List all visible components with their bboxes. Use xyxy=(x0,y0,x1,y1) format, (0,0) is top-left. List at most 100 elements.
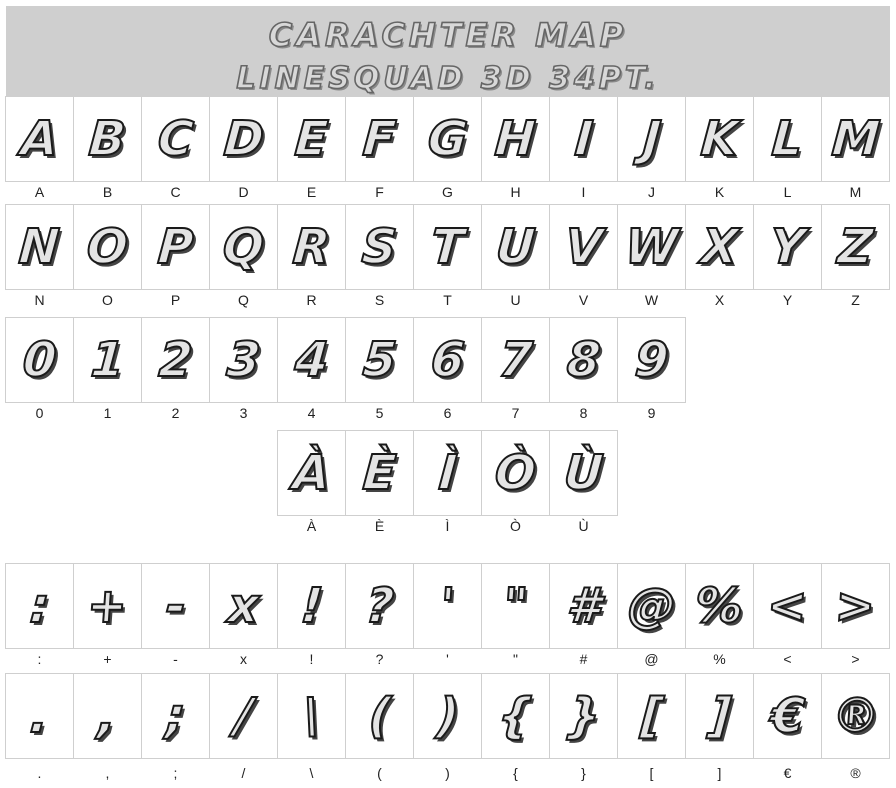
glyph-cell: 0 xyxy=(5,317,74,403)
glyph-cell: / xyxy=(209,673,278,759)
glyph-cell: ; xyxy=(141,673,210,759)
glyph-cell: O xyxy=(73,204,142,290)
glyph-sample: 7 xyxy=(496,331,535,389)
glyph-cell: T xyxy=(413,204,482,290)
glyph-cell: ? xyxy=(345,563,414,649)
glyph-label: Q xyxy=(238,292,249,308)
glyph-label: { xyxy=(513,765,518,781)
glyph-cell: E xyxy=(277,96,346,182)
glyph-sample: , xyxy=(95,687,119,745)
glyph-sample: À xyxy=(290,444,333,502)
glyph-label: ) xyxy=(445,765,450,781)
glyph-label: 5 xyxy=(375,405,384,421)
glyph-cell: J xyxy=(617,96,686,182)
glyph-sample: 2 xyxy=(156,331,195,389)
glyph-label: Y xyxy=(782,292,793,308)
glyph-cell: Z xyxy=(821,204,890,290)
glyph-cell: ] xyxy=(685,673,754,759)
glyph-cell: ' xyxy=(413,563,482,649)
glyph-cell: x xyxy=(209,563,278,649)
glyph-label: : xyxy=(37,651,42,667)
glyph-label: Z xyxy=(851,292,860,308)
glyph-cell: D xyxy=(209,96,278,182)
header-title-line1: CARACHTER MAP xyxy=(268,15,628,55)
glyph-sample: L xyxy=(769,110,806,168)
glyph-label: Ì xyxy=(445,518,450,534)
glyph-sample: / xyxy=(232,687,255,745)
glyph-sample: 0 xyxy=(20,331,59,389)
glyph-label: 1 xyxy=(103,405,112,421)
glyph-label: B xyxy=(102,184,113,200)
glyph-sample: 8 xyxy=(564,331,603,389)
glyph-sample: N xyxy=(16,218,62,276)
glyph-cell: M xyxy=(821,96,890,182)
glyph-cell: 6 xyxy=(413,317,482,403)
glyph-cell: " xyxy=(481,563,550,649)
glyph-label: Ò xyxy=(510,518,521,534)
glyph-label: À xyxy=(306,518,317,534)
glyph-cell: C xyxy=(141,96,210,182)
glyph-cell: Ì xyxy=(413,430,482,516)
glyph-sample: . xyxy=(27,687,51,745)
glyph-label: T xyxy=(443,292,452,308)
glyph-cell: { xyxy=(481,673,550,759)
glyph-sample: ! xyxy=(298,577,326,635)
glyph-label: V xyxy=(578,292,589,308)
glyph-cell: , xyxy=(73,673,142,759)
glyph-sample: G xyxy=(425,110,470,168)
glyph-label: > xyxy=(851,651,860,667)
glyph-label: E xyxy=(306,184,317,200)
glyph-sample: € xyxy=(768,687,807,745)
glyph-cell: > xyxy=(821,563,890,649)
glyph-cell: 7 xyxy=(481,317,550,403)
glyph-sample: I xyxy=(572,110,596,168)
glyph-cell: A xyxy=(5,96,74,182)
glyph-sample: x xyxy=(225,577,262,635)
glyph-cell: ) xyxy=(413,673,482,759)
glyph-label: 6 xyxy=(443,405,452,421)
glyph-cell: ! xyxy=(277,563,346,649)
glyph-cell: @ xyxy=(617,563,686,649)
glyph-sample: 5 xyxy=(360,331,399,389)
glyph-sample: A xyxy=(18,110,61,168)
glyph-label: , xyxy=(105,765,110,781)
glyph-label: \ xyxy=(309,765,314,781)
glyph-cell: ( xyxy=(345,673,414,759)
glyph-sample: " xyxy=(500,577,531,635)
glyph-sample: Ù xyxy=(561,444,606,502)
glyph-cell: P xyxy=(141,204,210,290)
glyph-sample: Z xyxy=(835,218,876,276)
glyph-sample: Q xyxy=(220,218,267,276)
glyph-cell: Q xyxy=(209,204,278,290)
glyph-label: M xyxy=(849,184,862,200)
glyph-cell: Ò xyxy=(481,430,550,516)
glyph-sample: + xyxy=(84,577,130,635)
glyph-label: + xyxy=(103,651,112,667)
glyph-sample: F xyxy=(360,110,399,168)
glyph-sample: B xyxy=(86,110,129,168)
glyph-cell: G xyxy=(413,96,482,182)
glyph-label: N xyxy=(34,292,45,308)
glyph-label: J xyxy=(648,184,655,200)
glyph-label: A xyxy=(34,184,45,200)
glyph-sample: S xyxy=(359,218,399,276)
glyph-sample: @ xyxy=(625,577,679,635)
glyph-label: 0 xyxy=(35,405,44,421)
glyph-cell: 8 xyxy=(549,317,618,403)
glyph-label: ? xyxy=(375,651,384,667)
character-map-header: CARACHTER MAP LINESQUAD 3D 34PT. xyxy=(6,6,890,97)
glyph-sample: 1 xyxy=(88,331,127,389)
glyph-sample: V xyxy=(562,218,605,276)
glyph-sample: ? xyxy=(363,577,397,635)
glyph-cell: < xyxy=(753,563,822,649)
glyph-cell: 5 xyxy=(345,317,414,403)
glyph-label: 9 xyxy=(647,405,656,421)
glyph-label: < xyxy=(783,651,792,667)
glyph-cell: F xyxy=(345,96,414,182)
glyph-sample: Ò xyxy=(492,444,539,502)
glyph-sample: P xyxy=(155,218,196,276)
glyph-sample: ] xyxy=(706,687,734,745)
glyph-label: R xyxy=(306,292,317,308)
glyph-cell: - xyxy=(141,563,210,649)
glyph-sample: ' xyxy=(437,577,458,635)
